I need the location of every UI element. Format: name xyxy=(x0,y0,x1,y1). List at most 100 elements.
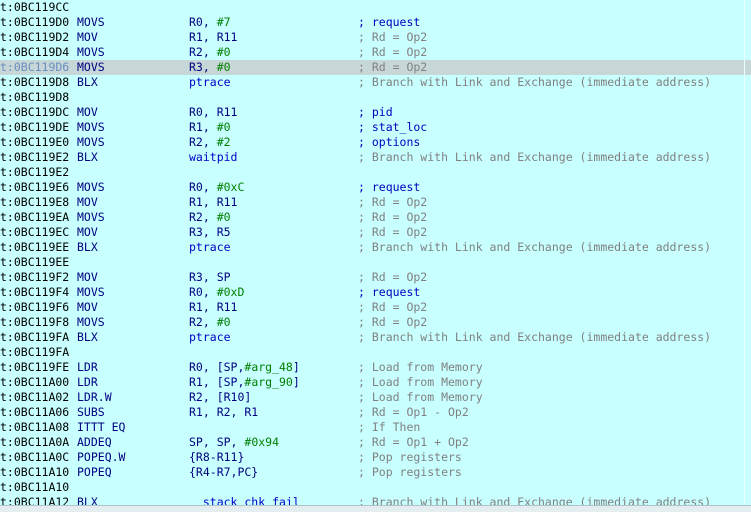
listing-row[interactable]: t:0BC11A02 LDR.W R2, [R10] ; Load from Memo… xyxy=(0,390,751,405)
instruction-operands[interactable]: ptrace xyxy=(189,240,231,255)
instruction-comment: ; Rd = Op2 xyxy=(358,270,428,284)
instruction-operands[interactable]: R3, R5 xyxy=(189,225,231,240)
listing-row[interactable]: t:0BC119DC MOV R0, R11 ; pid xyxy=(0,105,751,120)
instruction-mnemonic[interactable]: ITTT EQ xyxy=(77,420,125,435)
instruction-operands[interactable]: R2, #0 xyxy=(189,45,231,60)
listing-row[interactable]: t:0BC119FA BLX ptrace ; Branch with Link an… xyxy=(0,330,751,345)
listing-row[interactable]: t:0BC11A10 POPEQ {R4-R7,PC} ; Pop registers xyxy=(0,465,751,480)
instruction-operands[interactable]: R0, #0xC xyxy=(189,180,244,195)
instruction-mnemonic[interactable]: LDR.W xyxy=(77,390,112,405)
instruction-mnemonic[interactable]: BLX xyxy=(77,330,98,345)
listing-row[interactable]: t:0BC119EE xyxy=(0,255,751,270)
instruction-mnemonic[interactable]: MOVS xyxy=(77,120,105,135)
instruction-mnemonic[interactable]: POPEQ.W xyxy=(77,450,125,465)
listing-row[interactable]: t:0BC119E2 xyxy=(0,165,751,180)
listing-row[interactable]: t:0BC119D6 MOVS R3, #0 ; Rd = Op2 xyxy=(0,60,751,75)
listing-row[interactable]: t:0BC11A0A ADDEQ SP, SP, #0x94 ; Rd = Op1 +… xyxy=(0,435,751,450)
instruction-mnemonic[interactable]: MOV xyxy=(77,30,98,45)
instruction-mnemonic[interactable]: BLX xyxy=(77,150,98,165)
symbol-reference[interactable]: ptrace xyxy=(189,330,231,344)
instruction-operands[interactable]: R1, R11 xyxy=(189,300,237,315)
symbol-reference[interactable]: ptrace xyxy=(189,75,231,89)
listing-row[interactable]: t:0BC11A0C POPEQ.W {R8-R11} ; Pop registers xyxy=(0,450,751,465)
instruction-operands[interactable]: R1, R2, R1 xyxy=(189,405,258,420)
instruction-mnemonic[interactable]: BLX xyxy=(77,75,98,90)
instruction-operands[interactable]: R2, #0 xyxy=(189,210,231,225)
listing-row[interactable]: t:0BC11A08 ITTT EQ ; If Then xyxy=(0,420,751,435)
instruction-mnemonic[interactable]: ADDEQ xyxy=(77,435,112,450)
instruction-operands[interactable]: {R8-R11} xyxy=(189,450,244,465)
listing-row[interactable]: t:0BC119FE LDR R0, [SP,#arg_48] ; Load from… xyxy=(0,360,751,375)
listing-row[interactable]: t:0BC119E0 MOVS R2, #2 ; options xyxy=(0,135,751,150)
instruction-mnemonic[interactable]: BLX xyxy=(77,240,98,255)
instruction-operands[interactable]: R1, #0 xyxy=(189,120,231,135)
instruction-mnemonic[interactable]: MOVS xyxy=(77,135,105,150)
instruction-operands[interactable]: R3, #0 xyxy=(189,60,231,75)
listing-row[interactable]: t:0BC119EE BLX ptrace ; Branch with Link an… xyxy=(0,240,751,255)
instruction-operands[interactable]: R1, R11 xyxy=(189,195,237,210)
instruction-operands[interactable]: R1, [SP,#arg_90] xyxy=(189,375,300,390)
operand-text: R3, xyxy=(189,60,217,74)
listing-row[interactable]: t:0BC119FA xyxy=(0,345,751,360)
instruction-mnemonic[interactable]: SUBS xyxy=(77,405,105,420)
instruction-operands[interactable]: R0, R11 xyxy=(189,105,237,120)
listing-row[interactable]: t:0BC119EC MOV R3, R5 ; Rd = Op2 xyxy=(0,225,751,240)
instruction-mnemonic[interactable]: MOVS xyxy=(77,285,105,300)
listing-row[interactable]: t:0BC119D2 MOV R1, R11 ; Rd = Op2 xyxy=(0,30,751,45)
instruction-mnemonic[interactable]: LDR xyxy=(77,375,98,390)
instruction-comment: ; Branch with Link and Exchange (immedia… xyxy=(358,330,712,344)
instruction-operands[interactable]: R2, #0 xyxy=(189,315,231,330)
instruction-operands[interactable]: R0, #0xD xyxy=(189,285,244,300)
instruction-operands[interactable]: R1, R11 xyxy=(189,30,237,45)
instruction-mnemonic[interactable]: LDR xyxy=(77,360,98,375)
instruction-mnemonic[interactable]: MOVS xyxy=(77,315,105,330)
instruction-operands[interactable]: ptrace xyxy=(189,330,231,345)
listing-row[interactable]: t:0BC119E6 MOVS R0, #0xC ; request xyxy=(0,180,751,195)
instruction-operands[interactable]: SP, SP, #0x94 xyxy=(189,435,279,450)
operand-value[interactable]: #arg_48 xyxy=(244,360,292,374)
listing-row[interactable]: t:0BC119DE MOVS R1, #0 ; stat_loc xyxy=(0,120,751,135)
instruction-operands[interactable]: {R4-R7,PC} xyxy=(189,465,258,480)
listing-row[interactable]: t:0BC119D8 BLX ptrace ; Branch with Link an… xyxy=(0,75,751,90)
listing-row[interactable]: t:0BC119CC xyxy=(0,0,751,15)
listing-row[interactable]: t:0BC119F4 MOVS R0, #0xD ; request xyxy=(0,285,751,300)
instruction-mnemonic[interactable]: MOVS xyxy=(77,60,105,75)
instruction-operands[interactable]: R2, #2 xyxy=(189,135,231,150)
horizontal-scrollbar[interactable] xyxy=(0,505,751,512)
instruction-mnemonic[interactable]: MOVS xyxy=(77,45,105,60)
listing-row[interactable]: t:0BC119F8 MOVS R2, #0 ; Rd = Op2 xyxy=(0,315,751,330)
instruction-operands[interactable]: R0, #7 xyxy=(189,15,231,30)
listing-row[interactable]: t:0BC119D8 xyxy=(0,90,751,105)
listing-row[interactable]: t:0BC119F2 MOV R3, SP ; Rd = Op2 xyxy=(0,270,751,285)
listing-row[interactable]: t:0BC119E2 BLX waitpid ; Branch with Link a… xyxy=(0,150,751,165)
listing-row[interactable]: t:0BC119E8 MOV R1, R11 ; Rd = Op2 xyxy=(0,195,751,210)
instruction-operands[interactable]: R3, SP xyxy=(189,270,231,285)
instruction-mnemonic[interactable]: MOVS xyxy=(77,210,105,225)
listing-row[interactable]: t:0BC119EA MOVS R2, #0 ; Rd = Op2 xyxy=(0,210,751,225)
disassembly-listing[interactable]: t:0BC119CC t:0BC119D0 MOVS R0, #7; request t… xyxy=(0,0,751,512)
listing-row[interactable]: t:0BC11A00 LDR R1, [SP,#arg_90] ; Load from… xyxy=(0,375,751,390)
address-label: t:0BC119D8 xyxy=(0,90,70,104)
listing-row[interactable]: t:0BC11A10 xyxy=(0,480,751,495)
listing-row[interactable]: t:0BC119D4 MOVS R2, #0 ; Rd = Op2 xyxy=(0,45,751,60)
instruction-mnemonic[interactable]: MOV xyxy=(77,270,98,285)
instruction-operands[interactable]: ptrace xyxy=(189,75,231,90)
symbol-reference[interactable]: waitpid xyxy=(189,150,237,164)
instruction-mnemonic[interactable]: MOV xyxy=(77,105,98,120)
listing-row[interactable]: t:0BC119F6 MOV R1, R11 ; Rd = Op2 xyxy=(0,300,751,315)
instruction-comment: ; Rd = Op2 xyxy=(358,195,428,209)
instruction-mnemonic[interactable]: MOVS xyxy=(77,180,105,195)
listing-row[interactable]: t:0BC119D0 MOVS R0, #7 ; request xyxy=(0,15,751,30)
instruction-mnemonic[interactable]: MOV xyxy=(77,300,98,315)
instruction-mnemonic[interactable]: POPEQ xyxy=(77,465,112,480)
instruction-operands[interactable]: waitpid xyxy=(189,150,237,165)
instruction-mnemonic[interactable]: MOV xyxy=(77,195,98,210)
instruction-operands[interactable]: R0, [SP,#arg_48] xyxy=(189,360,300,375)
symbol-reference[interactable]: ptrace xyxy=(189,240,231,254)
instruction-mnemonic[interactable]: MOV xyxy=(77,225,98,240)
operand-value[interactable]: #arg_90 xyxy=(244,375,292,389)
instruction-comment: ; request xyxy=(358,15,421,29)
instruction-mnemonic[interactable]: MOVS xyxy=(77,15,105,30)
listing-row[interactable]: t:0BC11A06 SUBS R1, R2, R1 ; Rd = Op1 - Op2 xyxy=(0,405,751,420)
instruction-operands[interactable]: R2, [R10] xyxy=(189,390,251,405)
